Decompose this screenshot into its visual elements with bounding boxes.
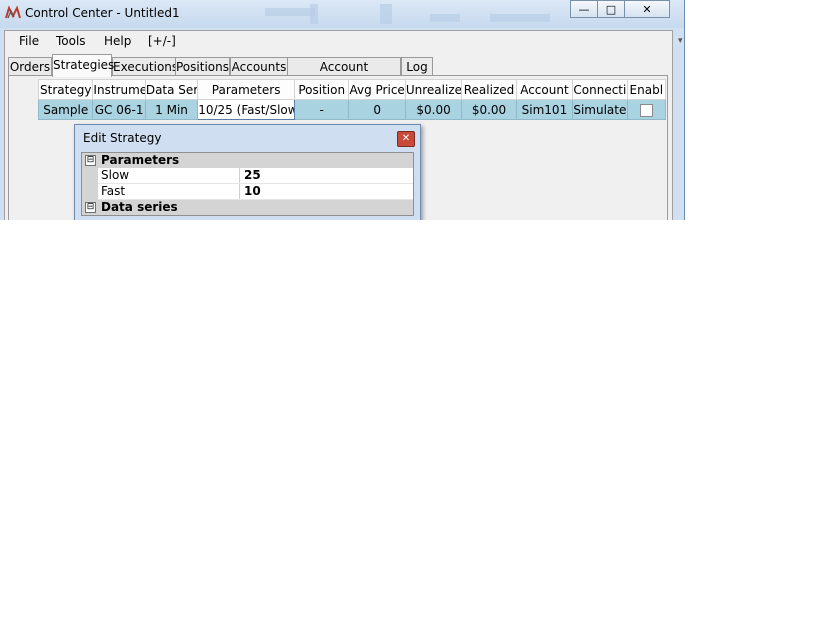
app-logo-icon	[5, 6, 21, 19]
column-header[interactable]: Avg Price	[348, 79, 406, 100]
menu-bar: File Tools Help [+/-]	[4, 30, 673, 53]
column-header[interactable]: Instrume	[92, 79, 146, 100]
property-grid: ⊟ Parameters Slow 25 Fast 10 ⊟ Data seri…	[81, 152, 414, 216]
close-icon: ✕	[642, 2, 652, 16]
category-label: Parameters	[101, 153, 180, 167]
property-row-slow[interactable]: Slow 25	[82, 168, 413, 184]
row-gutter	[82, 184, 98, 200]
cell-enabled[interactable]	[626, 99, 667, 120]
tab-account-performance[interactable]: Account Performance	[287, 57, 401, 92]
cell-unrealized[interactable]: $0.00	[404, 99, 463, 120]
column-header[interactable]: Account	[515, 79, 574, 100]
property-name: Fast	[101, 184, 126, 198]
tab-log[interactable]: Log	[401, 57, 433, 76]
cell-instrument[interactable]: GC 06-1	[92, 99, 146, 120]
property-row-fast[interactable]: Fast 10	[82, 184, 413, 200]
collapse-icon[interactable]: ⊟	[85, 155, 96, 166]
tab-positions[interactable]: Positions	[175, 57, 230, 76]
grid-header-row: Strategy Instrume Data Seri Parameters P…	[37, 79, 667, 100]
column-header[interactable]: Connecti	[572, 79, 628, 100]
cell-parameters[interactable]: 10/25 (Fast/Slow	[197, 99, 295, 120]
dialog-title: Edit Strategy	[83, 131, 162, 145]
cell-account[interactable]: Sim101	[515, 99, 574, 120]
tab-executions[interactable]: Executions	[112, 57, 178, 76]
property-value-fast[interactable]: 10	[239, 184, 414, 199]
cell-connection[interactable]: Simulate	[572, 99, 628, 120]
enabled-checkbox[interactable]	[639, 103, 653, 117]
collapse-icon[interactable]: ⊟	[85, 202, 96, 213]
tab-orders[interactable]: Orders	[8, 57, 52, 76]
menu-help[interactable]: Help	[104, 34, 131, 48]
column-header[interactable]: Data Seri	[144, 79, 199, 100]
property-value-slow[interactable]: 25	[239, 168, 414, 183]
control-center-window: Control Center - Untitled1 — □ ✕ File To…	[0, 0, 685, 220]
table-row[interactable]: Sample GC 06-1 1 Min 10/25 (Fast/Slow - …	[37, 99, 667, 120]
column-header[interactable]: Realized	[461, 79, 517, 100]
category-data-series[interactable]: ⊟ Data series	[82, 200, 413, 215]
minimize-icon: —	[578, 2, 590, 16]
menu-file[interactable]: File	[19, 34, 39, 48]
column-header[interactable]: Parameters	[197, 79, 295, 100]
strategies-grid: Strategy Instrume Data Seri Parameters P…	[37, 79, 667, 120]
menu-toggle-panels[interactable]: [+/-]	[148, 34, 176, 48]
edit-strategy-dialog: Edit Strategy ✕ ⊟ Parameters Slow 25 Fas…	[74, 124, 421, 220]
tab-accounts[interactable]: Accounts	[230, 57, 288, 76]
tab-strategies[interactable]: Strategies	[52, 54, 114, 77]
close-icon: ✕	[401, 133, 411, 144]
window-controls: — □ ✕	[570, 0, 670, 18]
minimize-button[interactable]: —	[570, 0, 598, 18]
cell-data-series[interactable]: 1 Min	[144, 99, 199, 120]
dialog-close-button[interactable]: ✕	[397, 131, 415, 147]
edge-arrow-icon: ▾	[678, 36, 683, 46]
row-gutter	[82, 168, 98, 184]
column-header[interactable]: Position	[293, 79, 350, 100]
category-label: Data series	[101, 200, 178, 214]
column-header[interactable]: Unrealize	[404, 79, 463, 100]
window-title: Control Center - Untitled1	[25, 6, 180, 20]
column-header[interactable]: Strategy	[37, 79, 94, 100]
cell-realized[interactable]: $0.00	[461, 99, 517, 120]
category-parameters[interactable]: ⊟ Parameters	[82, 153, 413, 168]
title-bar[interactable]: Control Center - Untitled1 — □ ✕	[0, 0, 684, 28]
property-name: Slow	[101, 168, 130, 182]
column-header[interactable]: Enabl	[626, 79, 667, 100]
cell-position[interactable]: -	[293, 99, 350, 120]
cell-avg-price[interactable]: 0	[348, 99, 406, 120]
cell-strategy[interactable]: Sample	[37, 99, 94, 120]
maximize-icon: □	[605, 2, 617, 16]
menu-tools[interactable]: Tools	[56, 34, 86, 48]
close-button[interactable]: ✕	[624, 0, 670, 18]
maximize-button[interactable]: □	[597, 0, 625, 18]
